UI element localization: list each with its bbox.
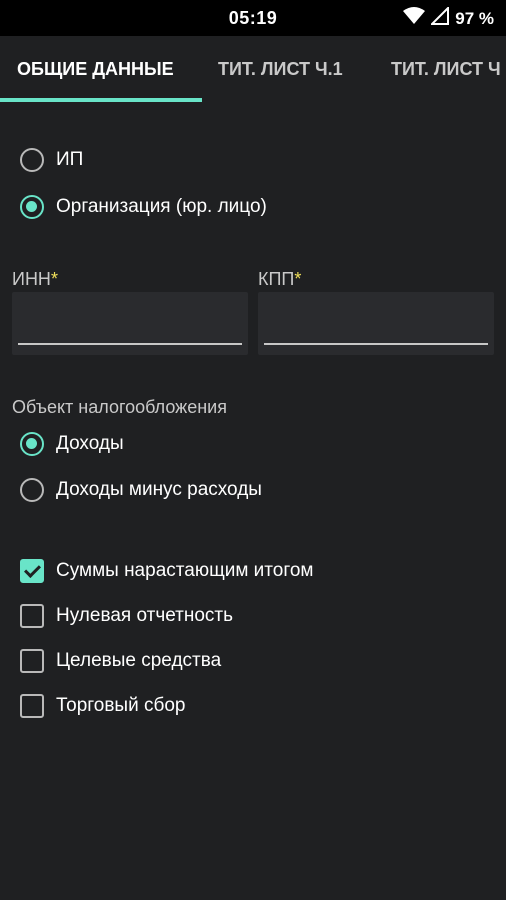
inn-field-underline <box>18 343 242 345</box>
kpp-field-underline <box>264 343 488 345</box>
wifi-icon <box>403 7 426 30</box>
checkbox[interactable] <box>20 649 44 673</box>
checkbox-zero-report[interactable]: Нулевая отчетность <box>20 604 233 628</box>
status-bar: 05:19 97 % <box>0 0 506 36</box>
checkbox-cumulative-sums[interactable]: Суммы нарастающим итогом <box>20 559 313 583</box>
checkbox-checked[interactable] <box>20 559 44 583</box>
tab-title-page-2[interactable]: ТИТ. ЛИСТ Ч <box>391 36 501 102</box>
radio-income[interactable]: Доходы <box>20 432 124 456</box>
inn-field[interactable] <box>12 292 248 355</box>
tab-title-page-1[interactable]: ТИТ. ЛИСТ Ч.1 <box>218 36 343 102</box>
inn-label-text: ИНН <box>12 269 51 289</box>
tab-bar: ОБЩИЕ ДАННЫЕ ТИТ. ЛИСТ Ч.1 ТИТ. ЛИСТ Ч <box>0 36 506 102</box>
signal-icon <box>429 5 450 30</box>
radio-button-checked[interactable] <box>20 195 44 219</box>
radio-button[interactable] <box>20 478 44 502</box>
radio-ip[interactable]: ИП <box>20 148 83 172</box>
radio-income-minus-expenses[interactable]: Доходы минус расходы <box>20 478 262 502</box>
checkbox-target-funds[interactable]: Целевые средства <box>20 649 221 673</box>
checkbox[interactable] <box>20 604 44 628</box>
status-icons: 97 % <box>403 5 494 30</box>
radio-organization-label: Организация (юр. лицо) <box>56 196 267 217</box>
inn-label: ИНН* <box>12 269 58 290</box>
radio-button[interactable] <box>20 148 44 172</box>
radio-income-label: Доходы <box>56 433 124 454</box>
kpp-field[interactable] <box>258 292 494 355</box>
kpp-label-text: КПП <box>258 269 295 289</box>
tax-object-label: Объект налогообложения <box>12 397 227 417</box>
kpp-required-mark: * <box>294 269 302 289</box>
checkbox-target-funds-label: Целевые средства <box>56 650 222 671</box>
checkbox-trade-fee-label: Торговый сбор <box>56 695 186 716</box>
checkbox-zero-report-label: Нулевая отчетность <box>56 605 234 626</box>
checkbox-cumulative-sums-label: Суммы нарастающим итогом <box>56 560 314 581</box>
checkbox[interactable] <box>20 694 44 718</box>
radio-button-checked[interactable] <box>20 432 44 456</box>
inn-required-mark: * <box>50 269 58 289</box>
battery-text: 97 % <box>455 8 494 28</box>
checkbox-trade-fee[interactable]: Торговый сбор <box>20 694 186 718</box>
radio-income-minus-expenses-label: Доходы минус расходы <box>56 479 262 500</box>
kpp-label: КПП* <box>258 269 301 290</box>
radio-organization[interactable]: Организация (юр. лицо) <box>20 195 267 219</box>
radio-ip-label: ИП <box>56 149 84 170</box>
active-tab-indicator <box>0 98 202 102</box>
tab-general[interactable]: ОБЩИЕ ДАННЫЕ <box>17 36 174 102</box>
